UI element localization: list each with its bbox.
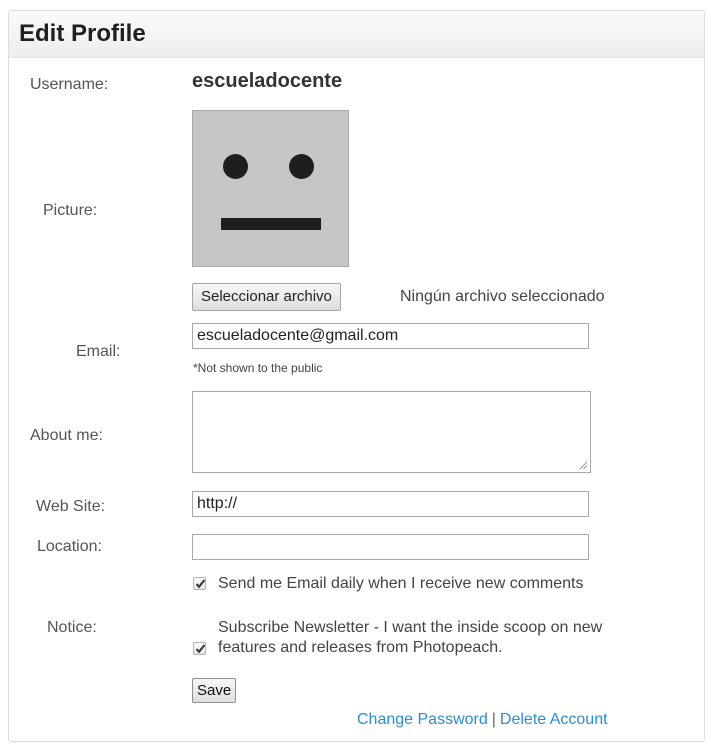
email-daily-checkbox[interactable] [193, 577, 206, 590]
page-title: Edit Profile [19, 20, 146, 47]
panel-header: Edit Profile [9, 11, 704, 58]
email-daily-label: Send me Email daily when I receive new c… [218, 575, 584, 592]
picture-label: Picture: [43, 202, 98, 219]
avatar-left-eye [223, 154, 248, 179]
about-label: About me: [30, 427, 103, 444]
link-separator: | [491, 711, 496, 728]
avatar-mouth [221, 218, 321, 230]
choose-file-button[interactable]: Seleccionar archivo [192, 283, 341, 311]
email-label: Email: [76, 343, 121, 360]
checkmark-icon [195, 644, 206, 654]
newsletter-label-line1: Subscribe Newsletter - I want the inside… [218, 619, 603, 636]
about-me-textarea[interactable] [192, 391, 591, 473]
location-label: Location: [37, 538, 102, 555]
newsletter-checkbox[interactable] [193, 642, 206, 655]
change-password-link[interactable]: Change Password [357, 711, 488, 728]
username-value: escueladocente [192, 70, 343, 92]
avatar-placeholder-icon [192, 110, 349, 267]
newsletter-label-line2: features and releases from Photopeach. [218, 639, 503, 656]
save-button[interactable]: Save [192, 678, 237, 703]
email-hint: *Not shown to the public [193, 361, 323, 375]
notice-label: Notice: [47, 619, 97, 636]
account-links: Change Password | Delete Account [357, 711, 608, 729]
resize-grip-icon[interactable] [578, 460, 588, 470]
checkmark-icon [195, 579, 206, 589]
location-field[interactable] [192, 534, 589, 560]
username-label: Username: [30, 76, 109, 93]
file-status-text: Ningún archivo seleccionado [400, 288, 605, 305]
website-label: Web Site: [36, 498, 106, 515]
delete-account-link[interactable]: Delete Account [500, 711, 608, 728]
website-field[interactable] [192, 491, 589, 517]
avatar-right-eye [289, 154, 314, 179]
email-field[interactable] [192, 323, 589, 349]
